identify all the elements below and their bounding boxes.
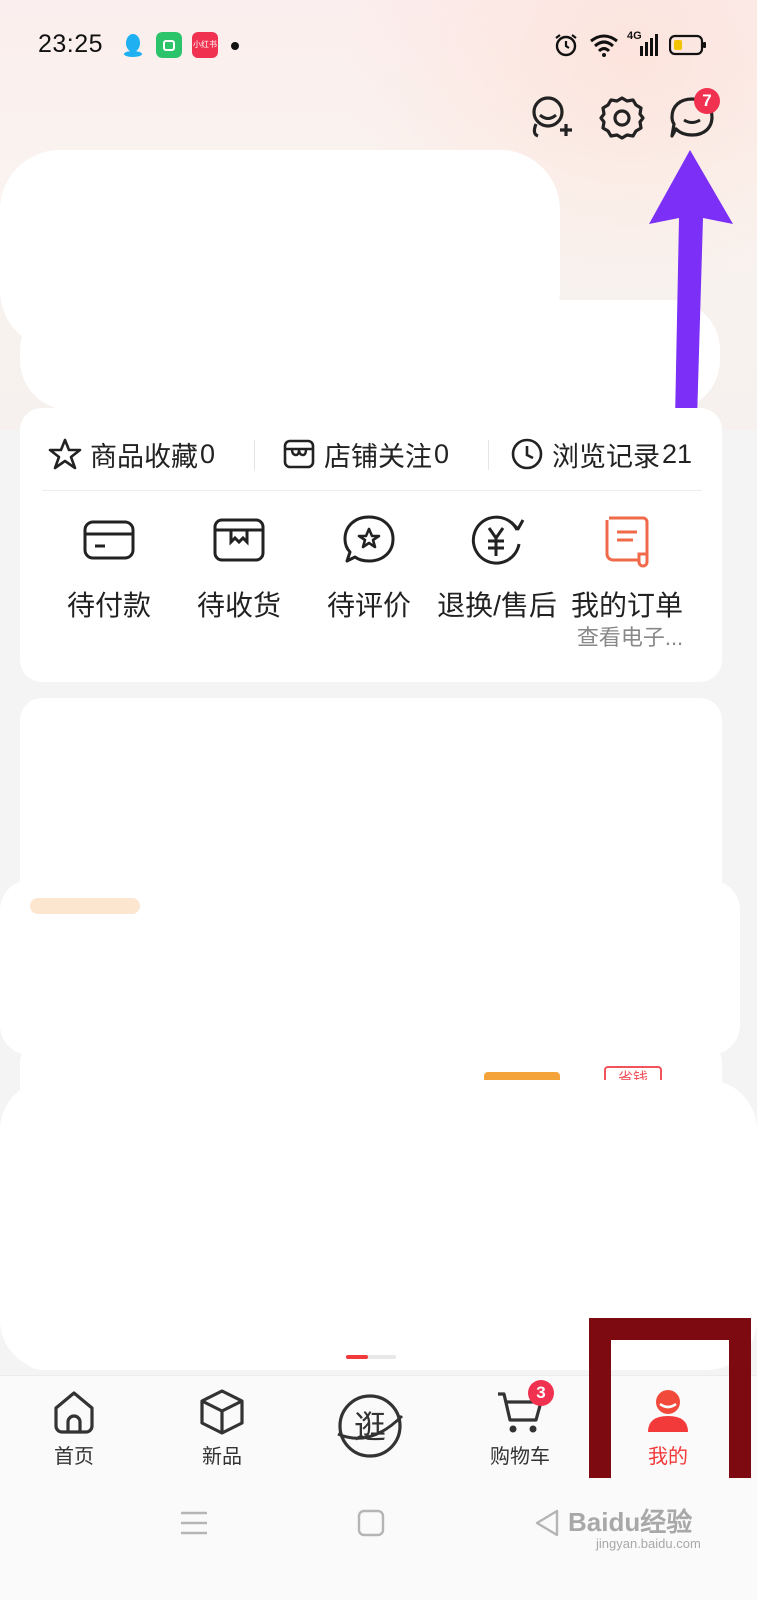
package-icon [213, 518, 265, 562]
watermark-url: jingyan.baidu.com [596, 1536, 701, 1551]
quick-link-label: 店铺关注 [324, 441, 432, 472]
quick-link-count: 21 [662, 438, 693, 469]
browse-icon-text: 逛 [354, 1408, 386, 1446]
wechat-shop-icon [156, 32, 182, 58]
quick-link-followed-stores[interactable]: 店铺关注 0 [282, 432, 449, 476]
back-icon[interactable] [532, 1508, 562, 1538]
menu-icon[interactable] [178, 1508, 210, 1538]
order-card: 商品收藏 0 店铺关注 0 浏览记录 21 待付款 待收货 待评价 退换/售后 … [20, 408, 722, 682]
battery-icon [669, 34, 706, 56]
settings-gear-icon[interactable] [596, 92, 648, 144]
signal-icon [640, 34, 658, 56]
nav-home[interactable]: 首页 [24, 1386, 124, 1469]
order-item-label: 待收货 [196, 590, 281, 621]
redacted-card [20, 698, 722, 908]
scroll-indicator [346, 1355, 396, 1359]
quick-link-count: 0 [200, 438, 216, 469]
order-item-label: 待付款 [66, 590, 151, 621]
quick-links-row: 商品收藏 0 店铺关注 0 浏览记录 21 [20, 428, 722, 478]
status-time: 23:25 [38, 30, 104, 58]
home-icon [54, 1391, 94, 1434]
divider [488, 440, 489, 470]
banner-edge [30, 898, 140, 914]
refund-icon [471, 515, 525, 565]
nav-label: 新品 [202, 1446, 242, 1468]
message-count-badge: 7 [694, 88, 720, 114]
add-friend-icon[interactable] [526, 92, 578, 144]
nav-cart[interactable]: 购物车 [470, 1386, 570, 1469]
quick-link-favorites[interactable]: 商品收藏 0 [48, 432, 215, 476]
nav-label: 首页 [54, 1446, 94, 1468]
star-icon [48, 438, 82, 470]
divider [42, 490, 702, 491]
clock-icon [511, 438, 543, 470]
cart-count-badge: 3 [528, 1380, 554, 1406]
status-bar: 23:25 小红书 4G [0, 0, 757, 92]
store-icon [283, 439, 315, 469]
scroll-indicator-thumb [346, 1355, 368, 1359]
cube-icon [200, 1389, 244, 1435]
order-after-sales[interactable]: 退换/售后 [432, 510, 562, 650]
browse-icon: 逛 [337, 1394, 404, 1458]
xiaohongshu-icon-text: 小红书 [193, 40, 217, 49]
qq-icon [124, 34, 142, 57]
order-item-label: 退换/售后 [437, 590, 557, 621]
order-pending-receipt[interactable]: 待收货 [174, 510, 304, 650]
home-square-icon[interactable] [356, 1508, 386, 1538]
xiaohongshu-icon: 小红书 [192, 32, 218, 58]
redacted-profile-strip [20, 300, 720, 410]
quick-link-history[interactable]: 浏览记录 21 [510, 432, 692, 476]
order-pending-review[interactable]: 待评价 [304, 510, 434, 650]
order-list-icon [605, 516, 649, 568]
review-icon [343, 515, 395, 563]
wifi-icon [590, 34, 618, 57]
alarm-icon [555, 34, 577, 57]
notification-dot [231, 42, 239, 50]
annotation-arrow [649, 150, 733, 420]
quick-link-count: 0 [434, 438, 450, 469]
order-sub-text[interactable]: 查看电子... [560, 620, 700, 652]
nav-label: 购物车 [490, 1446, 550, 1468]
order-pending-payment[interactable]: 待付款 [44, 510, 174, 650]
divider [254, 440, 255, 470]
quick-link-label: 浏览记录 [552, 441, 660, 472]
nav-browse[interactable]: 逛 [320, 1390, 420, 1462]
wallet-icon [83, 520, 135, 560]
order-item-label: 待评价 [326, 590, 411, 621]
nav-new[interactable]: 新品 [172, 1386, 272, 1469]
order-item-label: 我的订单 [570, 590, 683, 621]
watermark: Baidu经验 [568, 1507, 693, 1537]
quick-link-label: 商品收藏 [90, 441, 198, 472]
